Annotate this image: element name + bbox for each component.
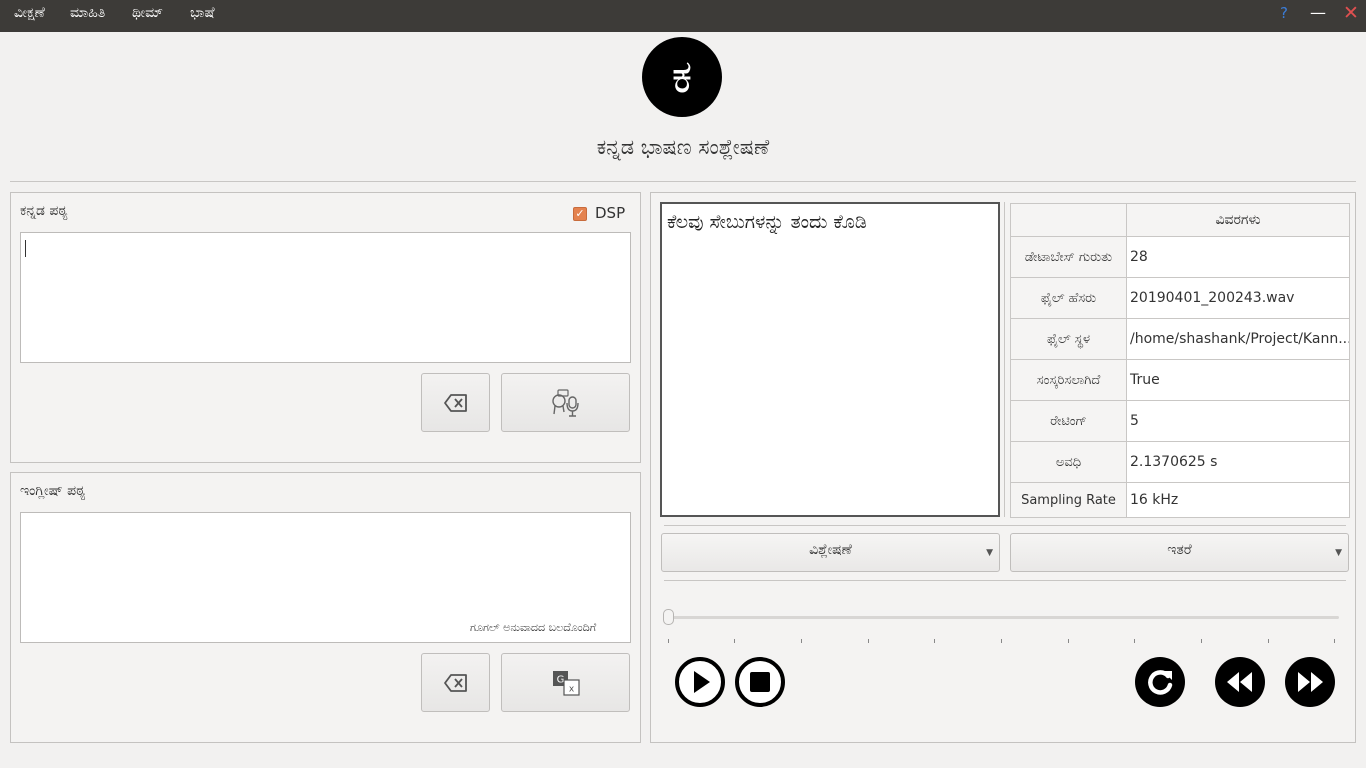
seek-slider-handle[interactable]: [663, 609, 674, 625]
slider-tick: [1001, 639, 1002, 643]
menu-info[interactable]: ಮಾಹಿತಿ: [70, 0, 105, 26]
play-button[interactable]: [674, 656, 726, 708]
menu-theme[interactable]: ಥೀಮ್: [132, 0, 163, 26]
vertical-divider: [1004, 202, 1005, 517]
row-value: 16 kHz: [1126, 482, 1350, 518]
clear-english-button[interactable]: [421, 653, 490, 712]
slider-tick: [1201, 639, 1202, 643]
row-value: 5: [1126, 400, 1350, 442]
text-cursor: [25, 240, 26, 257]
slider-tick: [1268, 639, 1269, 643]
close-icon[interactable]: ✕: [1340, 2, 1362, 24]
menu-language[interactable]: ಭಾಷೆ: [190, 0, 215, 26]
table-row[interactable]: ಫೈಲ್ ಹೆಸರು 20190401_200243.wav: [1010, 277, 1350, 319]
backspace-icon: [443, 673, 467, 692]
analysis-dropdown-label: ವಿಶ್ಲೇಷಣೆ: [809, 542, 852, 558]
stop-button[interactable]: [734, 656, 786, 708]
slider-tick: [1334, 639, 1335, 643]
analysis-dropdown[interactable]: ವಿಶ್ಲೇಷಣೆ ▼: [661, 533, 1000, 572]
table-header-row: ವಿವರಗಳು: [1010, 203, 1350, 237]
svg-text:x: x: [568, 684, 574, 694]
rewind-button[interactable]: [1214, 656, 1266, 708]
slider-tick: [1134, 639, 1135, 643]
backspace-icon: [443, 393, 467, 412]
row-value: 2.1370625 s: [1126, 441, 1350, 483]
google-translate-attribution: ಗೂಗಲ್ ಅನುವಾದದ ಬಲದೊಂದಿಗೆ: [470, 621, 597, 634]
sentence-text: ಕೆಲವು ಸೇಬುಗಳನ್ನು ತಂದು ಕೊಡಿ: [667, 211, 867, 233]
translate-icon: G x: [552, 670, 580, 696]
chevron-down-icon: ▼: [986, 548, 993, 558]
table-row[interactable]: ಸಂಸ್ಕರಿಸಲಾಗಿದೆ True: [1010, 359, 1350, 401]
menu-view[interactable]: ವೀಕ್ಷಣೆ: [14, 0, 45, 26]
slider-tick: [1068, 639, 1069, 643]
row-key: ರೇಟಿಂಗ್: [1010, 400, 1127, 442]
row-key: ಅವಧಿ: [1010, 441, 1127, 483]
help-icon[interactable]: ?: [1273, 2, 1295, 24]
english-text-label: ಇಂಗ್ಲೀಷ್ ಪಠ್ಯ: [20, 483, 86, 499]
slider-tick: [868, 639, 869, 643]
row-key: ಡೇಟಾಬೇಸ್ ಗುರುತು: [1010, 236, 1127, 278]
translate-button[interactable]: G x: [501, 653, 630, 712]
details-header: ವಿವರಗಳು: [1126, 203, 1350, 237]
row-value: 28: [1126, 236, 1350, 278]
chevron-down-icon: ▼: [1335, 548, 1342, 558]
table-row[interactable]: ಡೇಟಾಬೇಸ್ ಗುರುತು 28: [1010, 236, 1350, 278]
row-key: ಫೈಲ್ ಸ್ಥಳ: [1010, 318, 1127, 360]
sentence-display: ಕೆಲವು ಸೇಬುಗಳನ್ನು ತಂದು ಕೊಡಿ: [660, 202, 1000, 517]
row-value: True: [1126, 359, 1350, 401]
speech-microphone-icon: [551, 388, 579, 417]
minimize-icon[interactable]: —: [1307, 2, 1329, 24]
table-row[interactable]: ಫೈಲ್ ಸ್ಥಳ /home/shashank/Project/Kann...: [1010, 318, 1350, 360]
speak-button[interactable]: [501, 373, 630, 432]
other-dropdown[interactable]: ಇತರೆ ▼: [1010, 533, 1349, 572]
clear-kannada-button[interactable]: [421, 373, 490, 432]
divider: [10, 181, 1356, 182]
app-logo: ಕ: [642, 37, 722, 117]
table-row[interactable]: ರೇಟಿಂಗ್ 5: [1010, 400, 1350, 442]
row-key: Sampling Rate: [1010, 482, 1127, 518]
slider-tick: [668, 639, 669, 643]
dsp-label: DSP: [595, 204, 626, 222]
svg-text:G: G: [556, 674, 564, 685]
details-table: ವಿವರಗಳು ಡೇಟಾಬೇಸ್ ಗುರುತು 28 ಫೈಲ್ ಹೆಸರು 20…: [1010, 203, 1350, 518]
row-value: 20190401_200243.wav: [1126, 277, 1350, 319]
title-bar: ವೀಕ್ಷಣೆ ಮಾಹಿತಿ ಥೀಮ್ ಭಾಷೆ ? — ✕: [0, 0, 1366, 32]
row-value: /home/shashank/Project/Kann...: [1126, 318, 1350, 360]
row-key: ಫೈಲ್ ಹೆಸರು: [1010, 277, 1127, 319]
fast-forward-button[interactable]: [1284, 656, 1336, 708]
slider-tick: [934, 639, 935, 643]
kannada-text-input[interactable]: [20, 232, 631, 363]
seek-slider[interactable]: [668, 616, 1339, 619]
table-corner: [1010, 203, 1127, 237]
other-dropdown-label: ಇತರೆ: [1167, 542, 1192, 558]
row-key: ಸಂಸ್ಕರಿಸಲಾಗಿದೆ: [1010, 359, 1127, 401]
divider: [664, 580, 1346, 581]
table-row[interactable]: ಅವಧಿ 2.1370625 s: [1010, 441, 1350, 483]
page-title: ಕನ್ನಡ ಭಾಷಣ ಸಂಶ್ಲೇಷಣೆ: [596, 135, 770, 159]
dsp-checkbox[interactable]: ✓: [573, 207, 587, 221]
slider-tick: [734, 639, 735, 643]
divider: [664, 525, 1346, 526]
slider-tick: [801, 639, 802, 643]
replay-button[interactable]: [1134, 656, 1186, 708]
table-row[interactable]: Sampling Rate 16 kHz: [1010, 482, 1350, 518]
kannada-text-label: ಕನ್ನಡ ಪಠ್ಯ: [20, 203, 68, 219]
